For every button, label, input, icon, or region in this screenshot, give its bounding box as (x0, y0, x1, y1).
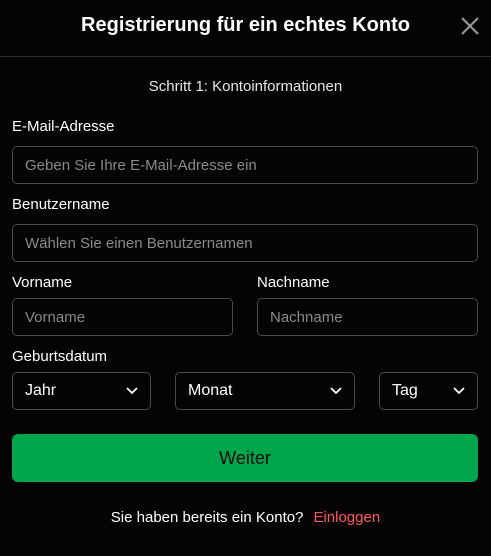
birthdate-label: Geburtsdatum (12, 348, 108, 365)
login-link[interactable]: Einloggen (313, 509, 380, 526)
modal-title: Registrierung für ein echtes Konto (81, 14, 410, 36)
day-select[interactable]: Tag (379, 372, 478, 410)
day-select-value: Tag (392, 382, 418, 399)
month-select[interactable]: Monat (175, 372, 355, 410)
firstname-field[interactable] (12, 298, 233, 336)
chevron-down-icon (126, 387, 138, 395)
email-field[interactable] (12, 146, 478, 184)
lastname-field[interactable] (257, 298, 478, 336)
chevron-down-icon (330, 387, 342, 395)
lastname-label: Nachname (257, 274, 330, 291)
month-select-value: Monat (188, 382, 233, 399)
year-select-value: Jahr (25, 382, 57, 399)
close-icon (461, 17, 479, 35)
close-button[interactable] (460, 16, 480, 36)
login-prompt: Sie haben bereits ein Konto? Einloggen (0, 509, 491, 526)
username-label: Benutzername (12, 196, 110, 213)
email-label: E-Mail-Adresse (12, 118, 115, 135)
step-indicator: Schritt 1: Kontoinformationen (148, 78, 343, 95)
continue-button[interactable]: Weiter (12, 434, 478, 482)
modal-header: Registrierung für ein echtes Konto (0, 0, 491, 57)
year-select[interactable]: Jahr (12, 372, 151, 410)
chevron-down-icon (453, 387, 465, 395)
firstname-label: Vorname (12, 274, 73, 291)
registration-modal: Registrierung für ein echtes Konto Schri… (0, 0, 491, 556)
username-field[interactable] (12, 224, 478, 262)
login-question: Sie haben bereits ein Konto? (110, 509, 304, 526)
